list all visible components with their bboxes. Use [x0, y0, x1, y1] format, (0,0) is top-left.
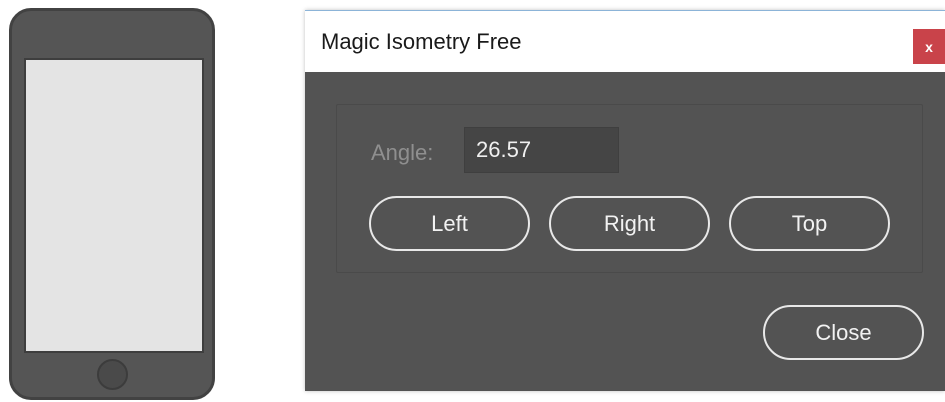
- phone-screen: [24, 58, 204, 353]
- phone-home-button: [97, 359, 128, 390]
- left-button[interactable]: Left: [369, 196, 530, 251]
- screenshot-canvas: Magic Isometry Free x Angle: Left Right …: [0, 0, 945, 402]
- angle-label: Angle:: [371, 140, 434, 165]
- close-icon[interactable]: x: [913, 29, 945, 64]
- magic-isometry-dialog: Magic Isometry Free x Angle: Left Right …: [305, 10, 945, 391]
- close-button[interactable]: Close: [763, 305, 924, 360]
- right-button[interactable]: Right: [549, 196, 710, 251]
- top-button[interactable]: Top: [729, 196, 890, 251]
- dialog-title: Magic Isometry Free: [321, 29, 522, 54]
- angle-input[interactable]: [464, 127, 619, 173]
- dialog-titlebar: Magic Isometry Free x: [305, 10, 945, 72]
- phone-illustration: [9, 8, 215, 400]
